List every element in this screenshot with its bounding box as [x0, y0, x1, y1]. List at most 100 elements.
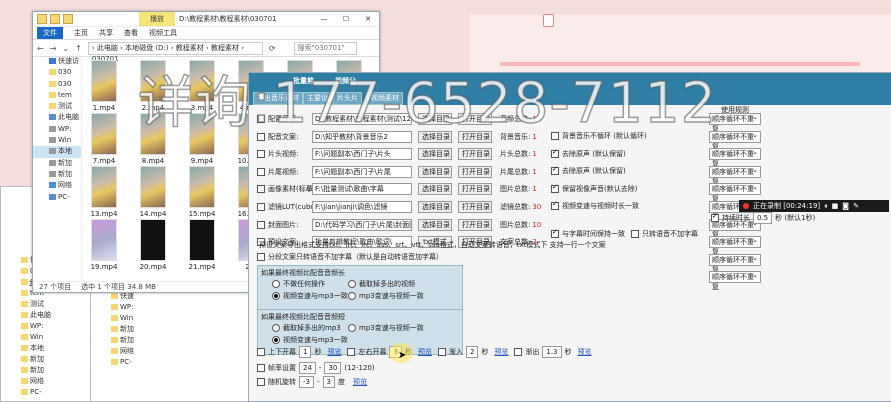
tree-item[interactable]: 新加 — [91, 335, 251, 346]
open-folder-button[interactable]: 打开目录 — [458, 218, 492, 231]
minimize-icon[interactable]: — — [313, 12, 335, 26]
preview-link[interactable]: 预览 — [494, 347, 508, 357]
loop-mode-select[interactable]: 顺序循环不重复 — [709, 147, 761, 168]
tree-item[interactable]: PC- — [33, 192, 81, 203]
material-path-input[interactable]: F:\jian\jianji\调色\滤镜 — [312, 201, 412, 213]
tree-item[interactable]: WP: — [33, 124, 81, 135]
tree-item[interactable]: 030 — [33, 67, 81, 78]
radio-option[interactable]: 视频变速与mp3一致 — [272, 334, 348, 346]
file-item[interactable]: 15.mp4 — [181, 166, 223, 218]
tree-item[interactable]: Win — [33, 135, 81, 146]
radio-option[interactable]: 截取掉多出的mp3 — [272, 322, 341, 334]
loop-mode-select[interactable]: 顺序循环不重复 — [709, 253, 761, 274]
fade-out-checkbox[interactable] — [514, 348, 523, 356]
tree-item[interactable]: 测试 — [33, 101, 81, 112]
material-path-input[interactable]: D:\代码学习\西门子\片尾\封面图 — [312, 218, 412, 231]
ribbon-tab[interactable]: 主页 — [74, 28, 88, 38]
flip-ud-checkbox[interactable] — [257, 348, 265, 356]
camera-icon[interactable]: ◙ — [842, 202, 849, 210]
radio-option[interactable]: 截取掉多出的视频 — [348, 278, 415, 290]
search-input[interactable]: 搜索"030701" — [293, 41, 357, 55]
material-path-input[interactable]: F:\批量测试\歌曲\字幕 — [312, 183, 412, 196]
open-folder-button[interactable]: 打开目录 — [458, 201, 492, 213]
tree-item[interactable]: 快速访 — [33, 56, 81, 67]
flip-lr-checkbox[interactable] — [347, 348, 356, 356]
sync-checkbox[interactable] — [551, 228, 559, 238]
forward-arrow-icon[interactable]: → — [50, 44, 57, 53]
radio-button[interactable] — [348, 280, 356, 288]
file-item[interactable]: 7.mp4 — [83, 113, 125, 165]
tree-item[interactable]: WP: — [91, 302, 251, 313]
rule-checkbox[interactable] — [551, 200, 559, 211]
refresh-icon[interactable]: ⟳ — [269, 44, 276, 53]
rotate-checkbox[interactable] — [257, 378, 265, 386]
play-context-tab[interactable]: 播放 — [139, 12, 175, 26]
pen-icon[interactable]: ✎ — [853, 202, 859, 210]
rule-checkbox[interactable] — [551, 165, 559, 176]
fps-max-input[interactable]: 30 — [324, 362, 342, 374]
tree-item[interactable]: 新加 — [33, 169, 81, 180]
open-folder-button[interactable]: 打开目录 — [458, 148, 492, 161]
select-folder-button[interactable]: 选择目录 — [418, 201, 452, 213]
tree-item[interactable]: Win — [91, 313, 251, 324]
rule-checkbox[interactable] — [551, 183, 559, 193]
material-path-input[interactable]: F:\问题副本\西门子\片头 — [312, 148, 412, 161]
ribbon-tab[interactable]: 查看 — [124, 28, 138, 38]
radio-option[interactable]: 不做任何操作 — [272, 278, 325, 290]
ribbon-tab[interactable]: 视频工具 — [149, 28, 177, 38]
maximize-icon[interactable]: ☐ — [335, 12, 357, 26]
radio-button[interactable] — [348, 292, 356, 300]
tree-item[interactable]: 新加 — [91, 324, 251, 335]
duration-checkbox[interactable] — [711, 212, 719, 222]
ribbon-tab[interactable]: 共享 — [99, 28, 113, 38]
tree-item[interactable]: PC- — [91, 357, 251, 368]
tree-item[interactable]: 此电脑 — [33, 112, 81, 123]
radio-option[interactable]: mp3变速与视频一致 — [348, 290, 424, 302]
rotate-max-input[interactable]: 3 — [322, 376, 335, 388]
file-item[interactable]: 1.mp4 — [83, 60, 125, 112]
folder-icon[interactable] — [50, 14, 60, 24]
loop-mode-select[interactable]: 顺序循环不重复 — [709, 270, 761, 291]
open-folder-button[interactable]: 打开目录 — [458, 165, 492, 178]
select-folder-button[interactable]: 选择目录 — [418, 148, 452, 161]
preview-link[interactable]: 预览 — [353, 377, 367, 387]
tree-item[interactable]: 本地 — [33, 146, 81, 158]
preview-link[interactable]: 预览 — [578, 347, 592, 357]
radio-button[interactable] — [272, 336, 280, 344]
material-checkbox[interactable] — [257, 185, 265, 194]
folder-icon[interactable] — [63, 14, 73, 24]
radio-option[interactable]: 视频变速与mp3一致 — [272, 290, 348, 302]
fade-in-checkbox[interactable] — [437, 348, 446, 356]
file-item[interactable]: 19.mp4 — [83, 219, 125, 271]
radio-button[interactable] — [272, 292, 280, 300]
material-checkbox[interactable] — [257, 167, 265, 176]
file-item[interactable]: 20.mp4 — [132, 219, 174, 271]
preview-link[interactable]: 预览 — [418, 347, 432, 357]
radio-option[interactable]: mp3变速与视频一致 — [348, 322, 424, 334]
tree-item[interactable]: 网络 — [33, 180, 81, 191]
loop-mode-select[interactable]: 顺序循环不重复 — [709, 165, 761, 186]
radio-button[interactable] — [272, 324, 280, 332]
folder-icon[interactable] — [37, 14, 47, 24]
up-arrow-icon[interactable]: ↑ — [75, 44, 82, 53]
radio-button[interactable] — [272, 280, 280, 288]
file-item[interactable]: 14.mp4 — [132, 166, 174, 218]
flip-ud-input[interactable]: 1 — [299, 346, 312, 358]
duration-input[interactable]: 0.5 — [753, 212, 773, 224]
ribbon-tab[interactable]: 文件 — [37, 27, 63, 39]
split-checkbox[interactable] — [257, 253, 265, 261]
material-path-input[interactable]: F:\问题副本\西门子\片尾 — [312, 165, 412, 178]
tree-item[interactable]: 030 — [33, 79, 81, 90]
select-folder-button[interactable]: 选择目录 — [418, 183, 452, 196]
open-folder-button[interactable]: 打开目录 — [458, 183, 492, 196]
fade-in-input[interactable]: 2 — [465, 346, 479, 358]
tree-item[interactable]: 新加 — [33, 158, 81, 169]
address-path[interactable]: › 此电脑 › 本地磁盘 (D:) › 教程素材 › 教程素材 › 030701 — [87, 41, 263, 63]
only-voice-checkbox[interactable] — [631, 230, 639, 238]
close-icon[interactable]: ✕ — [357, 12, 379, 26]
select-folder-button[interactable]: 选择目录 — [418, 165, 452, 178]
loop-mode-select[interactable]: 顺序循环不重复 — [709, 235, 761, 256]
material-checkbox[interactable] — [257, 220, 265, 229]
material-checkbox[interactable] — [257, 203, 265, 211]
fps-min-input[interactable]: 24 — [299, 362, 316, 374]
